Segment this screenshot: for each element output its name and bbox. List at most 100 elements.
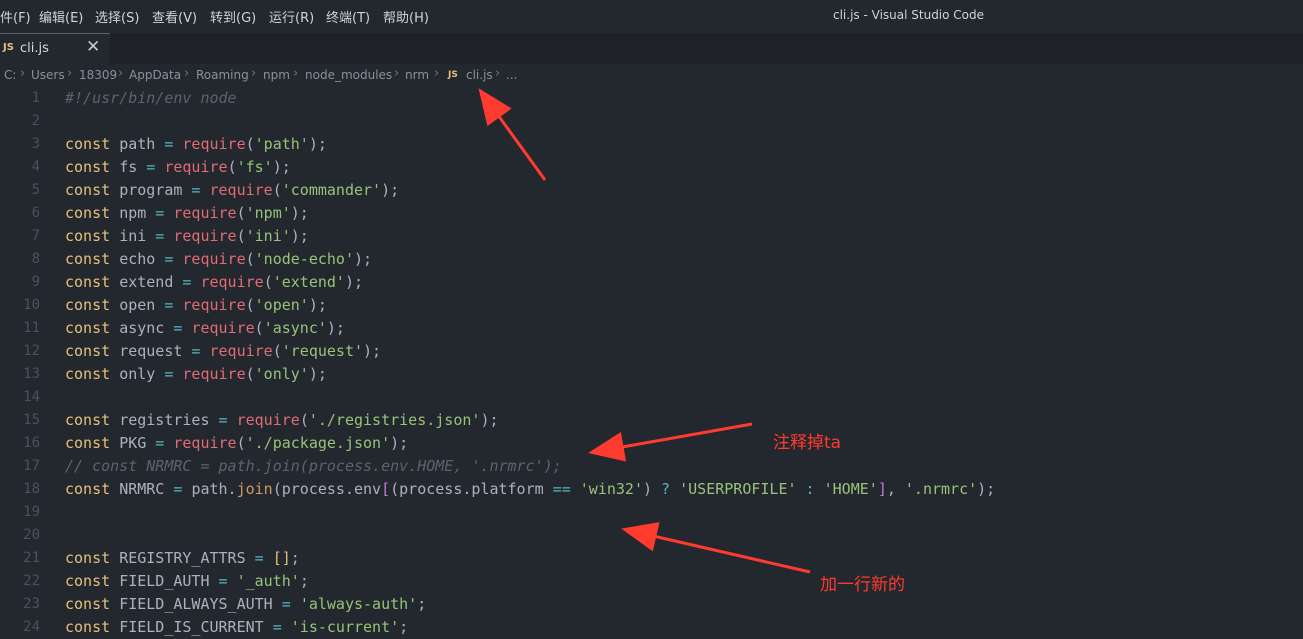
code-line[interactable]: 6 const npm = require('npm'); bbox=[0, 202, 1303, 225]
line-number: 3 bbox=[31, 136, 40, 152]
line-number: 5 bbox=[31, 182, 40, 198]
code-line[interactable]: 14 bbox=[0, 386, 1303, 409]
line-code: const open = require('open'); bbox=[65, 296, 327, 314]
menu-selection[interactable]: 选择(S) bbox=[95, 7, 139, 26]
breadcrumb-item[interactable]: nrm bbox=[405, 68, 429, 82]
code-line[interactable]: 13 const only = require('only'); bbox=[0, 363, 1303, 386]
code-line[interactable]: 18 const NRMRC = path.join(process.env[(p… bbox=[0, 478, 1303, 501]
breadcrumb-item[interactable]: Users bbox=[31, 68, 65, 82]
line-number: 24 bbox=[23, 619, 40, 635]
line-number: 19 bbox=[23, 504, 40, 520]
line-code: const path = require('path'); bbox=[65, 135, 327, 153]
chevron-right-icon: › bbox=[20, 66, 26, 81]
breadcrumb-item[interactable]: cli.js bbox=[466, 68, 493, 82]
line-number: 16 bbox=[23, 435, 40, 451]
line-number: 1 bbox=[31, 90, 40, 106]
code-line[interactable]: 11 const async = require('async'); bbox=[0, 317, 1303, 340]
line-code: const only = require('only'); bbox=[65, 365, 327, 383]
line-code: const async = require('async'); bbox=[65, 319, 345, 337]
line-number: 11 bbox=[23, 320, 40, 336]
code-line[interactable]: 7 const ini = require('ini'); bbox=[0, 225, 1303, 248]
line-code: const npm = require('npm'); bbox=[65, 204, 309, 222]
line-number: 6 bbox=[31, 205, 40, 221]
line-code: const PKG = require('./package.json'); bbox=[65, 434, 409, 452]
breadcrumb-item[interactable]: 18309 bbox=[79, 68, 117, 82]
line-code: #!/usr/bin/env node bbox=[65, 89, 237, 107]
code-editor[interactable]: 1 #!/usr/bin/env node 2 3 const path = requi… bbox=[0, 86, 1303, 636]
code-line[interactable]: 8 const echo = require('node-echo'); bbox=[0, 248, 1303, 271]
line-number: 21 bbox=[23, 550, 40, 566]
line-code: const ini = require('ini'); bbox=[65, 227, 309, 245]
line-number: 12 bbox=[23, 343, 40, 359]
tab-cli-js[interactable]: JS cli.js ✕ bbox=[0, 33, 110, 65]
line-number: 15 bbox=[23, 412, 40, 428]
line-code: const fs = require('fs'); bbox=[65, 158, 291, 176]
chevron-right-icon: › bbox=[495, 66, 501, 81]
annotation-add-line: 加一行新的 bbox=[820, 575, 905, 595]
menu-file[interactable]: 件(F) bbox=[0, 7, 31, 26]
chevron-right-icon: › bbox=[434, 66, 440, 81]
tab-bar: JS cli.js ✕ bbox=[0, 33, 1303, 65]
menu-bar: 件(F) 编辑(E) 选择(S) 查看(V) 转到(G) 运行(R) 终端(T)… bbox=[0, 0, 1303, 33]
line-number: 20 bbox=[23, 527, 40, 543]
code-line[interactable]: 2 bbox=[0, 110, 1303, 133]
code-line[interactable]: 16 const PKG = require('./package.json'); bbox=[0, 432, 1303, 455]
menu-edit[interactable]: 编辑(E) bbox=[39, 7, 83, 26]
line-number: 17 bbox=[23, 458, 40, 474]
line-code: const FIELD_IS_CURRENT = 'is-current'; bbox=[65, 618, 409, 636]
line-number: 9 bbox=[31, 274, 40, 290]
breadcrumb-item[interactable]: C: bbox=[4, 68, 16, 82]
line-number: 2 bbox=[31, 113, 40, 129]
line-number: 18 bbox=[23, 481, 40, 497]
breadcrumb-item[interactable]: node_modules bbox=[305, 68, 392, 82]
menu-view[interactable]: 查看(V) bbox=[152, 7, 197, 26]
line-number: 23 bbox=[23, 596, 40, 612]
code-line[interactable]: 4 const fs = require('fs'); bbox=[0, 156, 1303, 179]
line-code: const registries = require('./registries… bbox=[65, 411, 499, 429]
code-line[interactable]: 23 const FIELD_ALWAYS_AUTH = 'always-auth… bbox=[0, 593, 1303, 616]
menu-terminal[interactable]: 终端(T) bbox=[326, 7, 370, 26]
line-number: 14 bbox=[23, 389, 40, 405]
code-line[interactable]: 5 const program = require('commander'); bbox=[0, 179, 1303, 202]
menu-help[interactable]: 帮助(H) bbox=[383, 7, 429, 26]
code-line[interactable]: 12 const request = require('request'); bbox=[0, 340, 1303, 363]
code-line[interactable]: 21 const REGISTRY_ATTRS = []; bbox=[0, 547, 1303, 570]
breadcrumb-item[interactable]: ... bbox=[506, 68, 517, 82]
code-line[interactable]: 15 const registries = require('./registri… bbox=[0, 409, 1303, 432]
code-line[interactable]: 20 bbox=[0, 524, 1303, 547]
chevron-right-icon: › bbox=[184, 66, 190, 81]
line-code: const extend = require('extend'); bbox=[65, 273, 364, 291]
breadcrumb-item[interactable]: npm bbox=[263, 68, 290, 82]
code-line[interactable]: 22 const FIELD_AUTH = '_auth'; bbox=[0, 570, 1303, 593]
line-number: 13 bbox=[23, 366, 40, 382]
breadcrumb-item[interactable]: Roaming bbox=[196, 68, 249, 82]
line-code: const FIELD_ALWAYS_AUTH = 'always-auth'; bbox=[65, 595, 427, 613]
line-number: 7 bbox=[31, 228, 40, 244]
js-file-icon: JS bbox=[3, 42, 14, 53]
js-file-icon: JS bbox=[448, 70, 458, 80]
menu-go[interactable]: 转到(G) bbox=[210, 7, 256, 26]
breadcrumb-item[interactable]: AppData bbox=[129, 68, 181, 82]
line-number: 4 bbox=[31, 159, 40, 175]
line-number: 8 bbox=[31, 251, 40, 267]
line-code: const request = require('request'); bbox=[65, 342, 382, 360]
code-line[interactable]: 17 // const NRMRC = path.join(process.env… bbox=[0, 455, 1303, 478]
breadcrumb: C: › Users › 18309 › AppData › Roaming ›… bbox=[0, 64, 1303, 86]
code-line[interactable]: 19 bbox=[0, 501, 1303, 524]
code-line[interactable]: 10 const open = require('open'); bbox=[0, 294, 1303, 317]
code-line[interactable]: 24 const FIELD_IS_CURRENT = 'is-current'; bbox=[0, 616, 1303, 639]
code-line[interactable]: 1 #!/usr/bin/env node bbox=[0, 87, 1303, 110]
line-code: // const NRMRC = path.join(process.env.H… bbox=[65, 457, 562, 475]
chevron-right-icon: › bbox=[67, 66, 73, 81]
chevron-right-icon: › bbox=[293, 66, 299, 81]
line-number: 10 bbox=[23, 297, 40, 313]
window-title: cli.js - Visual Studio Code bbox=[833, 8, 985, 22]
line-code: const echo = require('node-echo'); bbox=[65, 250, 373, 268]
close-icon[interactable]: ✕ bbox=[86, 37, 100, 57]
code-line[interactable]: 9 const extend = require('extend'); bbox=[0, 271, 1303, 294]
line-number: 22 bbox=[23, 573, 40, 589]
code-line[interactable]: 3 const path = require('path'); bbox=[0, 133, 1303, 156]
chevron-right-icon: › bbox=[118, 66, 124, 81]
annotation-comment-out: 注释掉ta bbox=[773, 433, 842, 453]
menu-run[interactable]: 运行(R) bbox=[269, 7, 314, 26]
